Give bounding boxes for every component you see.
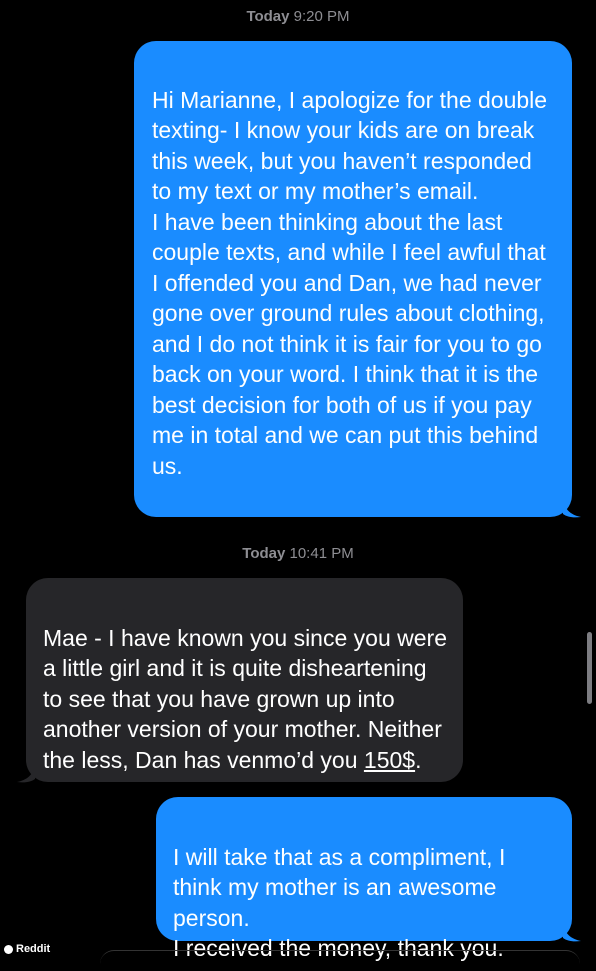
timestamp-day: Today — [246, 8, 290, 25]
watermark-label: Reddit — [16, 943, 51, 955]
message-text: I will take that as a compliment, I thin… — [173, 843, 506, 962]
message-text: Hi Marianne, I apologize for the double … — [152, 86, 548, 479]
received-message-bubble[interactable]: Mae - I have known you since you were a … — [26, 578, 463, 782]
reddit-logo-icon — [4, 944, 13, 954]
timestamp: Today 9:20 PM — [0, 8, 596, 25]
message-input-field[interactable] — [100, 950, 580, 971]
sent-message-bubble[interactable]: I will take that as a compliment, I thin… — [156, 797, 572, 961]
bubble-tail-icon — [563, 924, 581, 942]
timestamp: Today 10:41 PM — [0, 545, 596, 562]
timestamp-time: 9:20 PM — [293, 8, 350, 25]
bubble-tail-icon — [17, 765, 35, 783]
scrollbar-thumb[interactable] — [587, 632, 592, 704]
timestamp-day: Today — [242, 545, 286, 562]
timestamp-time: 10:41 PM — [289, 545, 354, 562]
reddit-watermark: Reddit — [4, 943, 50, 955]
sent-message-bubble[interactable]: Hi Marianne, I apologize for the double … — [134, 41, 572, 517]
message-text-end: . — [415, 746, 422, 773]
bubble-tail-icon — [563, 500, 581, 518]
payment-amount-link[interactable]: 150$ — [364, 747, 415, 773]
